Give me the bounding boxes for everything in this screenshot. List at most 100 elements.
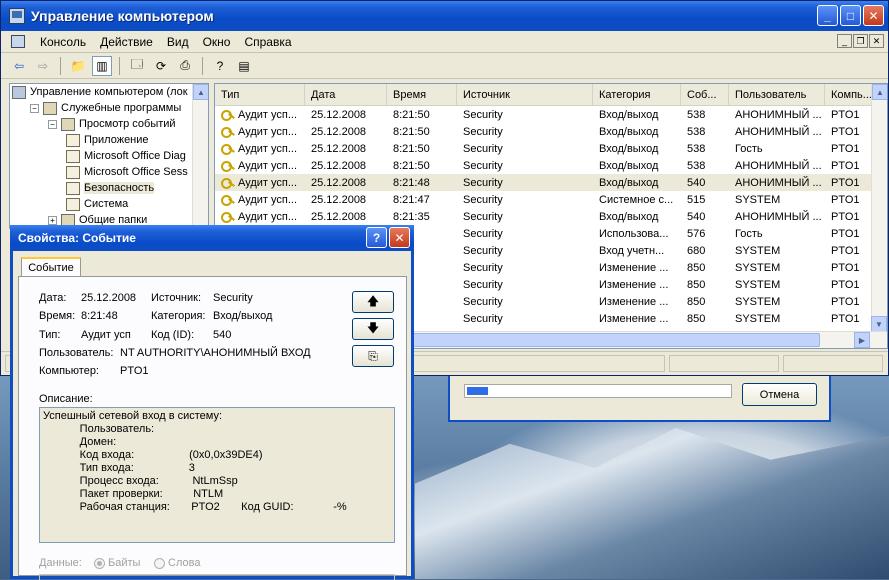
menu-window[interactable]: Окно: [196, 35, 238, 49]
tree-item[interactable]: Microsoft Office Sess: [10, 164, 208, 180]
audit-success-key-icon: [221, 126, 235, 138]
help-button[interactable]: ?: [366, 227, 387, 248]
minimize-button[interactable]: _: [817, 5, 838, 26]
main-titlebar[interactable]: Управление компьютером _ □ ✕: [1, 1, 888, 31]
mdi-close-button[interactable]: ✕: [869, 34, 884, 48]
help-icon[interactable]: ?: [210, 56, 230, 76]
tree-item[interactable]: Microsoft Office Diag: [10, 148, 208, 164]
menu-help[interactable]: Справка: [237, 35, 298, 49]
cell-text: 850: [687, 261, 706, 274]
collapse-icon[interactable]: −: [30, 103, 39, 113]
show-tree-icon[interactable]: ▥: [92, 55, 112, 76]
table-row[interactable]: Аудит усп... 25.12.2008 8:21:50 Security Вхо…: [215, 140, 887, 157]
column-header[interactable]: Время: [387, 84, 457, 106]
table-cell: Security: [457, 208, 593, 225]
tab-event[interactable]: Событие: [21, 257, 81, 277]
table-row[interactable]: Аудит усп... 25.12.2008 8:21:50 Security Вхо…: [215, 106, 887, 123]
cell-text: Вход/выход: [599, 210, 659, 223]
description-line: Пользователь:: [43, 423, 155, 435]
forward-arrow-icon[interactable]: ⇨: [33, 56, 53, 76]
cancel-button[interactable]: Отмена: [742, 383, 817, 406]
tree-item[interactable]: − Служебные программы: [10, 100, 208, 116]
maximize-button[interactable]: □: [840, 5, 861, 26]
table-row[interactable]: Аудит усп... 25.12.2008 8:21:35 Security Вхо…: [215, 208, 887, 225]
table-cell: Security: [457, 140, 593, 157]
table-cell: 538: [681, 123, 729, 140]
tree-item-label: Система: [84, 198, 129, 210]
next-event-button[interactable]: 🡇: [352, 318, 394, 340]
table-row[interactable]: Аудит усп... 25.12.2008 8:21:50 Security Вхо…: [215, 157, 887, 174]
properties-icon[interactable]: 🗔: [127, 56, 147, 76]
computer-management-icon: [9, 8, 25, 24]
previous-event-button[interactable]: 🡅: [352, 291, 394, 313]
copy-button[interactable]: ⎘: [352, 345, 394, 367]
scroll-right-icon[interactable]: ▶: [854, 332, 870, 348]
cell-text: PTO1: [831, 227, 860, 240]
bytes-radio[interactable]: Байты: [94, 557, 140, 569]
table-cell: 515: [681, 191, 729, 208]
export-list-icon[interactable]: ⎙: [175, 56, 195, 76]
tree-item[interactable]: Приложение: [10, 132, 208, 148]
expand-icon[interactable]: +: [48, 215, 57, 225]
mdi-restore-button[interactable]: ❐: [853, 34, 868, 48]
dialog-close-button[interactable]: ✕: [389, 227, 410, 248]
menu-action[interactable]: Действие: [93, 35, 160, 49]
description-line: Процесс входа: NtLmSsp: [43, 475, 238, 487]
table-cell: SYSTEM: [729, 293, 825, 310]
table-cell: АНОНИМНЫЙ ...: [729, 106, 825, 123]
column-header[interactable]: Тип: [215, 84, 305, 106]
tree-scrollbar[interactable]: ▲: [192, 84, 208, 228]
table-cell: Вход/выход: [593, 157, 681, 174]
cell-text: 25.12.2008: [311, 142, 367, 155]
table-row[interactable]: Аудит усп... 25.12.2008 8:21:50 Security Вхо…: [215, 123, 887, 140]
column-header[interactable]: Компь...: [825, 84, 875, 106]
scroll-up-icon[interactable]: ▲: [193, 84, 208, 100]
column-header[interactable]: Соб...: [681, 84, 729, 106]
up-arrow-icon: 🡅: [366, 293, 380, 308]
tree-item[interactable]: Система: [10, 196, 208, 212]
refresh-icon[interactable]: ⟳: [151, 56, 171, 76]
words-radio[interactable]: Слова: [154, 557, 200, 569]
up-folder-icon[interactable]: 📁: [68, 56, 88, 76]
mdi-minimize-button[interactable]: _: [837, 34, 852, 48]
column-header[interactable]: Дата: [305, 84, 387, 106]
list-vertical-scrollbar[interactable]: ▲ ▼: [871, 84, 887, 332]
cell-text: АНОНИМНЫЙ ...: [735, 176, 822, 189]
scroll-up-icon[interactable]: ▲: [872, 84, 887, 100]
toolbar-separator: [119, 56, 120, 75]
cell-text: 538: [687, 159, 706, 172]
table-cell: PTO1: [825, 106, 875, 123]
menu-console[interactable]: Консоль: [33, 35, 93, 49]
cell-text: Security: [463, 244, 503, 257]
scroll-down-icon[interactable]: ▼: [871, 316, 887, 332]
console-icon[interactable]: [11, 35, 25, 48]
computer-value: PTO1: [120, 365, 149, 377]
back-arrow-icon[interactable]: ⇦: [9, 56, 29, 76]
cell-text: 515: [687, 193, 706, 206]
collapse-icon[interactable]: −: [48, 119, 57, 129]
properties-titlebar[interactable]: Свойства: Событие ? ✕: [10, 225, 414, 251]
table-cell: Вход/выход: [593, 174, 681, 191]
close-button[interactable]: ✕: [863, 5, 884, 26]
horizontal-scroll-thumb[interactable]: [390, 333, 820, 347]
column-header[interactable]: Пользователь: [729, 84, 825, 106]
audit-success-key-icon: [221, 109, 235, 121]
table-row[interactable]: Аудит усп... 25.12.2008 8:21:48 Security Вхо…: [215, 174, 887, 191]
event-tab-page: Дата: 25.12.2008 Источник: Security Врем…: [18, 276, 407, 580]
view-icon[interactable]: ▤: [234, 56, 254, 76]
table-cell: Гость: [729, 225, 825, 242]
data-field[interactable]: [39, 574, 395, 580]
tree-item[interactable]: Управление компьютером (лок: [10, 84, 208, 100]
column-header[interactable]: Источник: [457, 84, 593, 106]
description-text[interactable]: Успешный сетевой вход в систему: Пользов…: [39, 407, 395, 543]
column-header[interactable]: Категория: [593, 84, 681, 106]
tree-item[interactable]: − Просмотр событий: [10, 116, 208, 132]
table-row[interactable]: Аудит усп... 25.12.2008 8:21:47 Security Сис…: [215, 191, 887, 208]
cell-text: PTO1: [831, 125, 860, 138]
table-cell: PTO1: [825, 208, 875, 225]
tree-item[interactable]: Безопасность: [10, 180, 208, 196]
cell-text: PTO1: [831, 210, 860, 223]
cell-text: PTO1: [831, 312, 860, 325]
menu-view[interactable]: Вид: [160, 35, 196, 49]
table-cell: Использова...: [593, 225, 681, 242]
